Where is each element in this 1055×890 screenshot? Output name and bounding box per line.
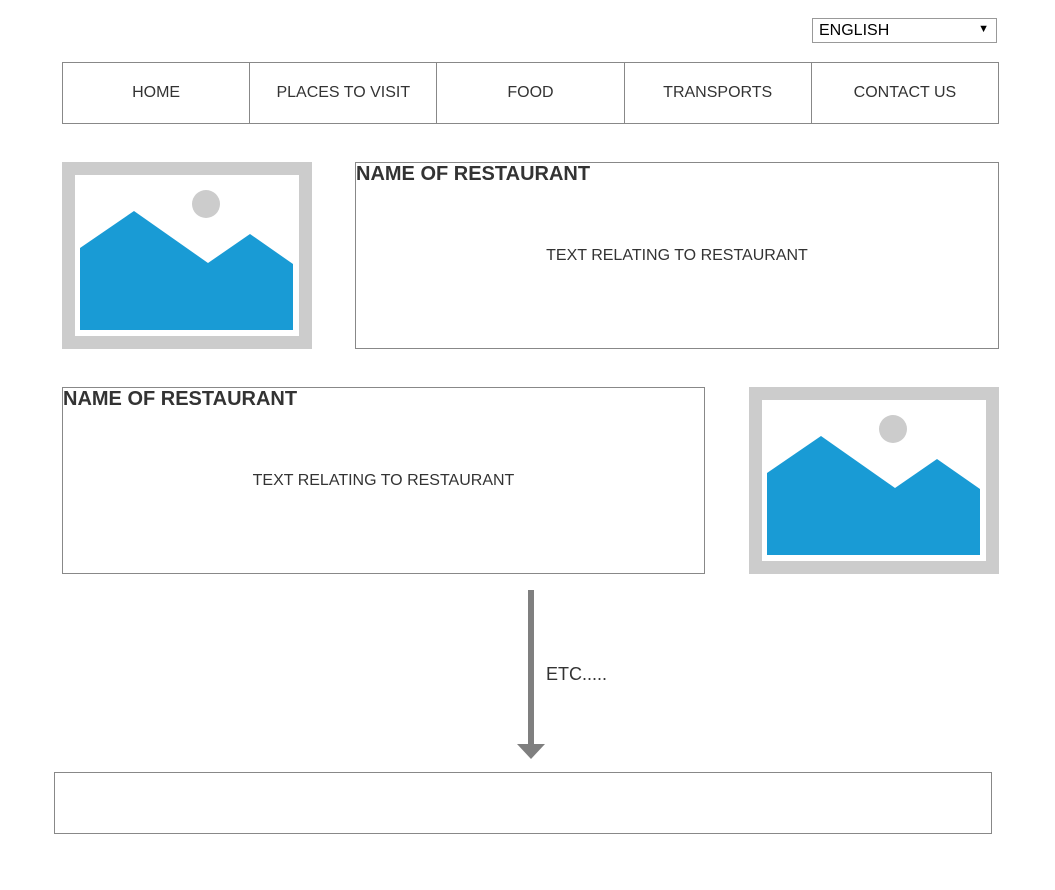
footer-box (54, 772, 992, 834)
main-nav: HOME PLACES TO VISIT FOOD TRANSPORTS CON… (62, 62, 999, 124)
language-select-value: ENGLISH (819, 22, 890, 39)
nav-item-contact-us[interactable]: CONTACT US (812, 63, 998, 123)
restaurant-card: NAME OF RESTAURANT TEXT RELATING TO REST… (355, 162, 999, 349)
nav-item-food[interactable]: FOOD (437, 63, 625, 123)
nav-item-home[interactable]: HOME (63, 63, 251, 123)
restaurant-name: NAME OF RESTAURANT (356, 163, 591, 185)
language-select[interactable]: ENGLISH ▼ (812, 18, 997, 43)
nav-item-transports[interactable]: TRANSPORTS (625, 63, 812, 123)
restaurant-card: NAME OF RESTAURANT TEXT RELATING TO REST… (62, 387, 705, 574)
restaurant-image-placeholder (749, 387, 999, 574)
image-placeholder-icon (75, 175, 299, 336)
restaurant-text: TEXT RELATING TO RESTAURANT (252, 472, 515, 489)
restaurant-image-placeholder (62, 162, 312, 349)
image-placeholder-icon (762, 400, 986, 561)
down-arrow-icon (517, 590, 545, 759)
chevron-down-icon: ▼ (978, 23, 989, 35)
nav-item-places-to-visit[interactable]: PLACES TO VISIT (250, 63, 438, 123)
restaurant-name: NAME OF RESTAURANT (63, 388, 298, 410)
restaurant-text: TEXT RELATING TO RESTAURANT (546, 247, 808, 264)
etc-label: ETC..... (546, 664, 608, 684)
